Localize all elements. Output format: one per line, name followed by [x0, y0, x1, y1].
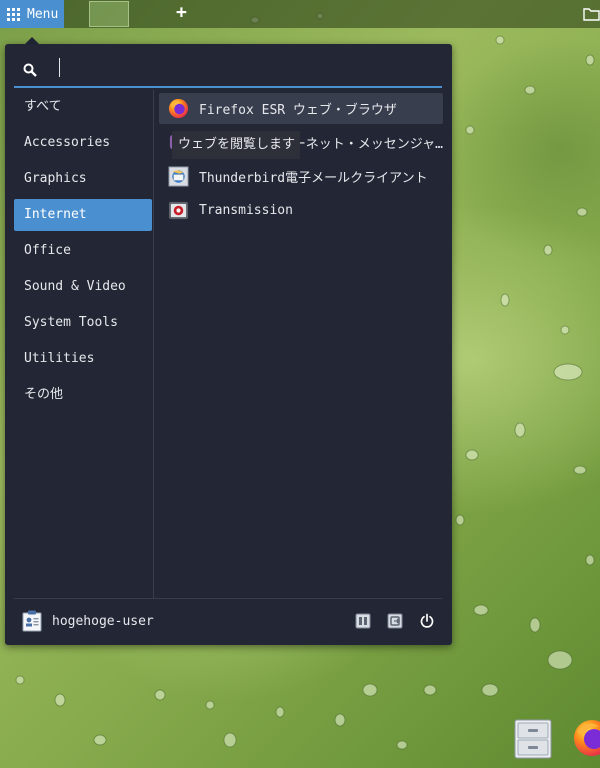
- lock-screen-icon[interactable]: [355, 613, 371, 629]
- footer-divider: [14, 598, 442, 599]
- folder-icon[interactable]: [583, 6, 600, 22]
- category-accessories[interactable]: Accessories: [14, 127, 152, 159]
- top-panel: Menu +: [0, 0, 600, 28]
- user-name: hogehoge-user: [52, 614, 154, 629]
- app-label: Transmission: [199, 203, 293, 218]
- app-label: Firefox ESR ウェブ・ブラウザ: [199, 103, 397, 118]
- plus-icon[interactable]: +: [176, 3, 187, 23]
- tooltip: ウェブを閲覧します: [172, 131, 300, 159]
- app-grid-icon: [7, 7, 20, 21]
- app-label: Thunderbird電子メールクライアント: [199, 171, 428, 186]
- file-cabinet-icon[interactable]: [513, 719, 553, 759]
- app-list: Firefox ESR ウェブ・ブラウザ Pidgin インターネット・メッセン…: [159, 93, 443, 229]
- menu-button[interactable]: Menu: [0, 0, 64, 28]
- category-utilities[interactable]: Utilities: [14, 343, 152, 375]
- power-icon[interactable]: [419, 613, 435, 629]
- category-system-tools[interactable]: System Tools: [14, 307, 152, 339]
- logout-icon[interactable]: [387, 613, 403, 629]
- workspace-switcher[interactable]: [89, 1, 129, 27]
- category-list: すべて Accessories Graphics Internet Office…: [14, 91, 152, 415]
- app-item-firefox[interactable]: Firefox ESR ウェブ・ブラウザ: [159, 93, 443, 124]
- category-internet[interactable]: Internet: [14, 199, 152, 231]
- firefox-icon[interactable]: [572, 718, 600, 758]
- category-other[interactable]: その他: [14, 379, 152, 411]
- thunderbird-icon: [168, 166, 189, 187]
- category-office[interactable]: Office: [14, 235, 152, 267]
- app-item-transmission[interactable]: Transmission: [159, 195, 443, 226]
- search-bar: [14, 54, 442, 88]
- category-sound-video[interactable]: Sound & Video: [14, 271, 152, 303]
- menu-button-label: Menu: [27, 6, 59, 22]
- app-item-thunderbird[interactable]: Thunderbird電子メールクライアント: [159, 161, 443, 192]
- category-all[interactable]: すべて: [14, 91, 152, 123]
- menu-divider: [153, 90, 154, 598]
- firefox-icon: [168, 98, 189, 119]
- search-input[interactable]: [50, 58, 430, 80]
- text-cursor: [59, 58, 60, 77]
- transmission-icon: [168, 201, 189, 220]
- user-card-icon: [22, 610, 42, 632]
- category-graphics[interactable]: Graphics: [14, 163, 152, 195]
- search-icon: [23, 63, 37, 77]
